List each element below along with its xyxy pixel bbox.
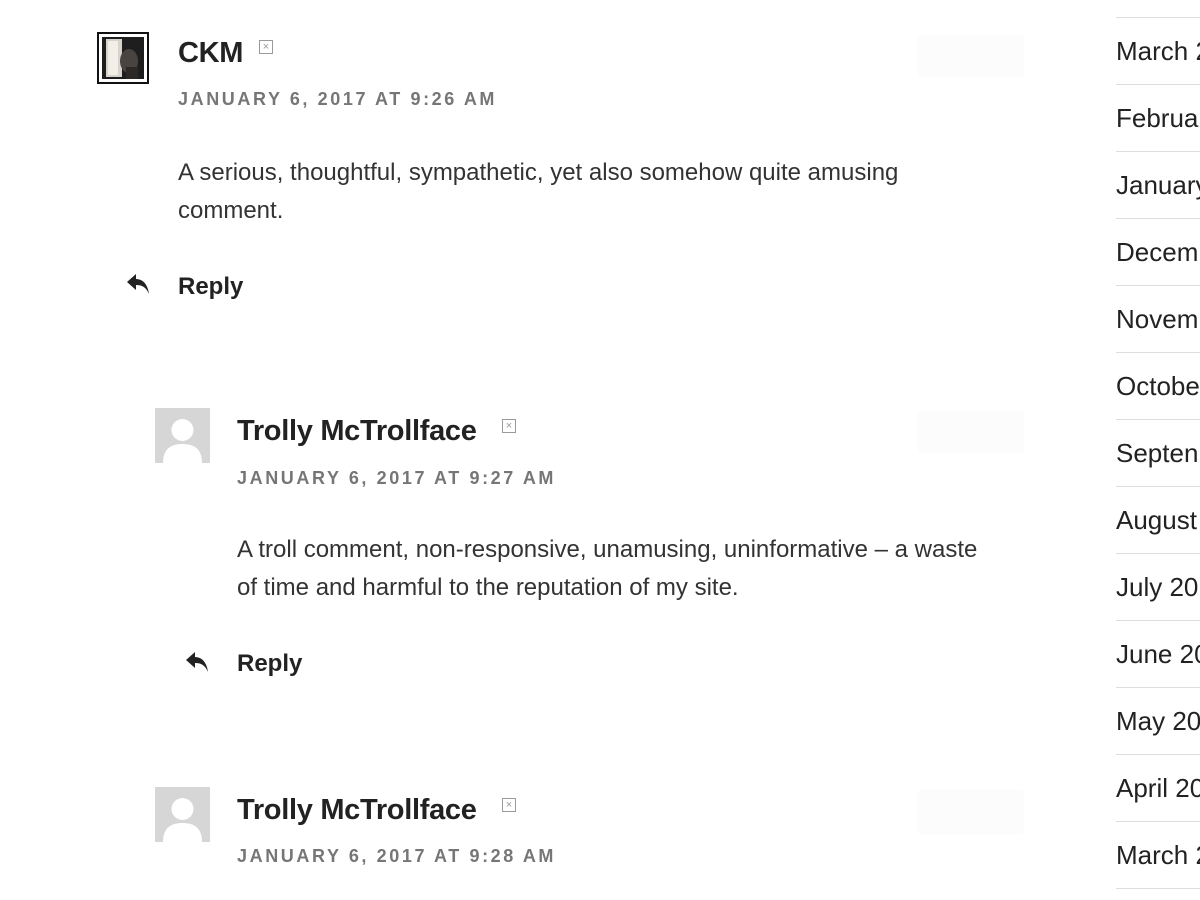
comment-text: A serious, thoughtful, sympathetic, yet … — [178, 159, 899, 224]
archive-item[interactable]: Septen — [1116, 420, 1200, 487]
archive-item[interactable]: March 2 — [1116, 822, 1200, 889]
default-avatar-icon[interactable] — [155, 408, 210, 463]
comment-text: A troll comment, non-responsive, unamusi… — [237, 536, 978, 601]
comment-action-placeholder — [918, 790, 1024, 834]
default-avatar-icon[interactable] — [155, 787, 210, 842]
archive-item[interactable]: April 20 — [1116, 755, 1200, 822]
comment-date[interactable]: JANUARY 6, 2017 AT 9:26 AM — [178, 89, 497, 110]
archive-item[interactable]: Octobe — [1116, 353, 1200, 420]
reply-button[interactable]: Reply — [237, 650, 302, 678]
archive-item[interactable]: January — [1116, 152, 1200, 219]
broken-image-icon: × — [502, 419, 516, 433]
archive-item[interactable]: August — [1116, 487, 1200, 554]
comment-date[interactable]: JANUARY 6, 2017 AT 9:28 AM — [237, 846, 556, 867]
archive-list: March 2 Februa January Decem Novem Octob… — [1116, 17, 1200, 889]
broken-image-icon: × — [502, 798, 516, 812]
comment-author[interactable]: CKM — [178, 37, 243, 70]
archive-item[interactable]: Decem — [1116, 219, 1200, 286]
reply-button[interactable]: Reply — [178, 273, 243, 301]
broken-image-icon: × — [259, 40, 273, 54]
archive-item[interactable]: July 20 — [1116, 554, 1200, 621]
comment-author[interactable]: Trolly McTrollface — [237, 415, 477, 448]
reply-arrow-icon[interactable] — [125, 271, 153, 297]
avatar-photo-icon — [102, 37, 144, 79]
archive-item[interactable]: March 2 — [1116, 18, 1200, 85]
comment-action-placeholder — [918, 34, 1024, 78]
reply-arrow-icon[interactable] — [184, 649, 212, 675]
comment-date[interactable]: JANUARY 6, 2017 AT 9:27 AM — [237, 468, 556, 489]
archive-item[interactable]: June 20 — [1116, 621, 1200, 688]
comment-author[interactable]: Trolly McTrollface — [237, 794, 477, 827]
avatar[interactable] — [97, 32, 149, 84]
archive-item[interactable]: Novem — [1116, 286, 1200, 353]
archive-item[interactable]: May 20 — [1116, 688, 1200, 755]
comment-action-placeholder — [918, 410, 1024, 454]
archive-item[interactable]: Februa — [1116, 85, 1200, 152]
